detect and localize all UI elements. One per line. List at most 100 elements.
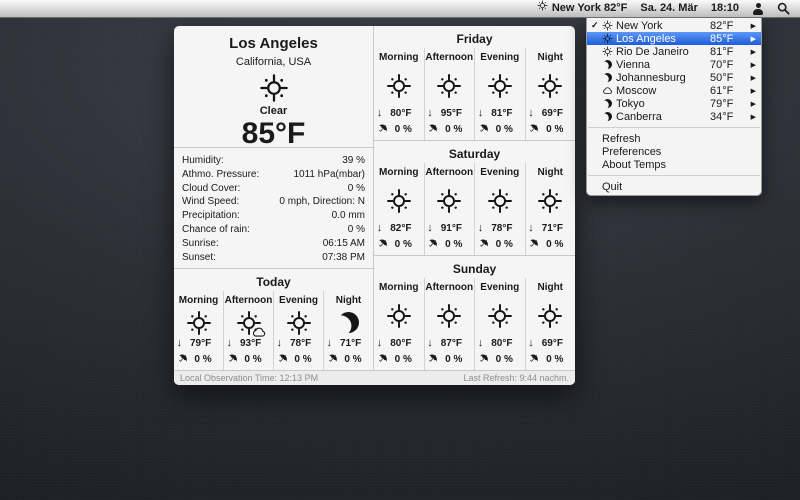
period-rain-row: ☂0 % [478,239,522,250]
sun-icon [174,73,373,103]
section-title: Sunday [374,256,575,278]
sun-icon [425,179,475,223]
period-label: Morning [374,48,424,64]
period-temperature: 71°F [542,223,563,234]
period-temperature: 81°F [491,108,512,119]
sun-icon [374,64,424,108]
umbrella-icon: ☂ [526,122,541,137]
temp-arrow-icon: ↓ [427,338,433,349]
menu-item-city-tokyo[interactable]: Tokyo79°F▶ [587,97,761,110]
sun-icon [537,0,548,17]
sun-cloud-icon [224,307,273,338]
period-rain-row: ☂0 % [377,239,421,250]
period-temperature: 80°F [390,338,411,349]
menubar-status-label: New York 82°F [552,0,628,17]
period-label: Afternoon [425,163,475,179]
period-rain-chance: 0 % [344,354,361,365]
menu-item-about-temps[interactable]: About Temps [587,158,761,171]
user-icon[interactable] [752,3,764,15]
menu-item-city-rio-de-janeiro[interactable]: Rio De Janeiro81°F▶ [587,45,761,58]
sun-icon [526,179,576,223]
period-grid: Morning ↓79°F☂0 %Afternoon ↓93°F☂0 %Even… [174,291,373,370]
menubar-weather-status[interactable]: New York 82°F [537,0,628,17]
umbrella-icon: ☂ [475,122,490,137]
sun-icon [600,20,614,31]
period-label: Evening [475,48,525,64]
detail-row-sunset-: Sunset:07:38 PM [182,251,365,265]
period-temp-row: ↓71°F [528,223,572,234]
panel-main: Los Angeles California, USA Clear 85°F H… [174,26,575,370]
city-name: Los Angeles [174,35,373,52]
menu-item-city-canberra[interactable]: Canberra34°F▶ [587,110,761,123]
submenu-arrow-icon: ▶ [747,113,756,121]
menu-item-city-johannesburg[interactable]: Johannesburg50°F▶ [587,71,761,84]
menu-item-quit[interactable]: Quit [587,180,761,193]
umbrella-icon: ☂ [374,352,389,367]
sun-icon [475,64,525,108]
period-temp-row: ↓78°F [277,338,321,349]
period-rain-row: ☂0 % [227,354,271,365]
temp-arrow-icon: ↓ [377,338,383,349]
period-rain-chance: 0 % [546,124,563,135]
period-temp-row: ↓91°F [427,223,471,234]
period-label: Morning [374,163,424,179]
period-rain-chance: 0 % [395,354,412,365]
menu-item-city-los-angeles[interactable]: Los Angeles85°F▶ [587,32,761,45]
umbrella-icon: ☂ [174,352,189,367]
sun-icon [274,307,323,338]
submenu-arrow-icon: ▶ [747,48,756,56]
city-temperature: 34°F [710,111,747,123]
period-morning: Morning ↓82°F☂0 % [374,163,424,255]
period-rain-row: ☂0 % [478,354,522,365]
period-temp-row: ↓93°F [227,338,271,349]
period-temperature: 82°F [390,223,411,234]
period-temperature: 93°F [240,338,261,349]
city-temperature: 70°F [710,59,747,71]
forecast-section-today: TodayMorning ↓79°F☂0 %Afternoon ↓93°F☂0 … [174,268,373,370]
sun-icon [174,307,223,338]
menu-item-city-moscow[interactable]: Moscow61°F▶ [587,84,761,97]
temp-arrow-icon: ↓ [427,223,433,234]
search-icon[interactable] [777,0,790,17]
temp-arrow-icon: ↓ [177,338,183,349]
period-temperature: 95°F [441,108,462,119]
detail-row-wind-speed-: Wind Speed:0 mph, Direction: N [182,195,365,209]
period-rain-row: ☂ 0 % [528,124,572,135]
menu-item-label: About Temps [600,159,756,171]
forecast-section-saturday: SaturdayMorning ↓82°F☂0 %Afternoon ↓91°F… [374,141,575,256]
menubar-clock[interactable]: 18:10 [711,0,739,17]
period-rain-row: ☂0 % [177,354,221,365]
sun-icon [526,64,576,108]
city-temperature: 61°F [710,85,747,97]
sun-icon [374,179,424,223]
period-temperature: 80°F [491,338,512,349]
sun-icon [425,294,475,338]
moon-icon [324,307,373,338]
temp-arrow-icon: ↓ [528,338,534,349]
menubar: New York 82°F Sa. 24. Mär 18:10 [0,0,800,18]
umbrella-icon: ☂ [425,122,440,137]
umbrella-icon: ☂ [274,352,289,367]
city-temperature: 85°F [710,33,747,45]
period-rain-chance: 0 % [496,354,513,365]
umbrella-icon: ☂ [374,237,389,252]
temp-arrow-icon: ↓ [478,223,484,234]
period-night: Night ↓69°F☂0 % [525,278,576,370]
menu-item-refresh[interactable]: Refresh [587,132,761,145]
sun-icon [475,294,525,338]
menu-item-city-new-york[interactable]: ✓ New York82°F▶ [587,19,761,32]
menu-item-preferences[interactable]: Preferences [587,145,761,158]
period-afternoon: Afternoon ↓93°F☂0 % [223,291,273,370]
menu-item-city-vienna[interactable]: Vienna70°F▶ [587,58,761,71]
period-temperature: 80°F [390,108,411,119]
period-evening: Evening ↓78°F☂0 % [273,291,323,370]
detail-label: Chance of rain: [182,223,250,237]
period-temp-row: ↓69°F [528,108,572,119]
current-temperature: 85°F [174,119,373,149]
detail-value: 06:15 AM [323,237,365,251]
period-label: Afternoon [425,48,475,64]
menubar-date[interactable]: Sa. 24. Mär [640,0,697,17]
temp-arrow-icon: ↓ [528,108,534,119]
menu-item-label: Preferences [600,146,756,158]
city-label: Vienna [614,59,710,71]
